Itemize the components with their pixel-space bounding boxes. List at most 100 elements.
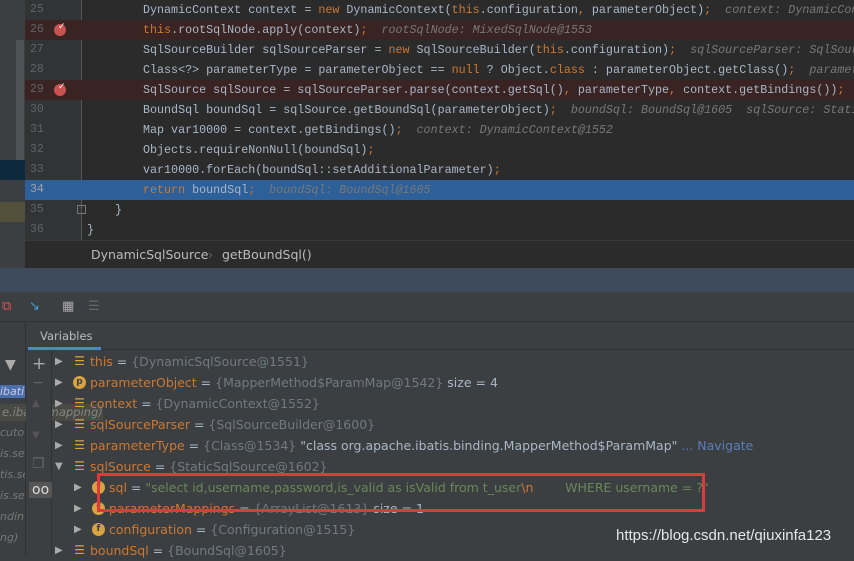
code-line[interactable]: 33 var10000.forEach(boundSql::setAddition… <box>0 160 854 180</box>
code-token: SqlSourceBuilder( <box>416 43 536 57</box>
line-number: 29 <box>30 83 44 96</box>
code-token: this <box>143 23 172 37</box>
code-token: boundSql <box>192 183 249 197</box>
object-icon: ☰ <box>74 543 85 557</box>
code-token: SqlSource sqlSource = sqlSourceParser.pa… <box>143 83 564 97</box>
code-token: paramet <box>795 63 854 77</box>
variable-value: {DynamicSqlSource@1551} <box>131 354 309 369</box>
frame-item[interactable]: cuto <box>0 426 24 439</box>
line-number: 31 <box>30 123 44 136</box>
variable-row[interactable]: ▶ p parameterObject = {MapperMethod$ParamM… <box>52 372 852 393</box>
remove-watch-icon[interactable]: − <box>32 375 44 391</box>
breakpoint-icon[interactable] <box>54 17 66 37</box>
copy-icon[interactable]: ❐ <box>32 456 45 472</box>
code-text: SqlSourceBuilder sqlSourceParser = new S… <box>143 40 854 60</box>
code-token: .rootSqlNode.apply(context) <box>171 23 361 37</box>
expand-arrow-icon[interactable]: ▶ <box>74 477 82 498</box>
code-line[interactable]: 27 SqlSourceBuilder sqlSourceParser = new… <box>0 40 854 60</box>
variables-side-toolbar: + − ▲ ▼ ❐ oo <box>26 350 53 556</box>
move-up-icon[interactable]: ▲ <box>32 398 40 409</box>
code-line[interactable]: 35 -} <box>0 200 854 220</box>
expand-arrow-icon[interactable]: ▶ <box>55 414 63 435</box>
code-token: boundSql: BoundSql@1605 sqlSource: Stati <box>556 103 854 117</box>
line-number: 33 <box>30 163 44 176</box>
code-text: SqlSource sqlSource = sqlSourceParser.pa… <box>143 80 844 100</box>
variable-value: {StaticSqlSource@1602} <box>169 459 328 474</box>
frame-item[interactable]: ndin <box>0 510 24 523</box>
debug-toolbar: ⧉ ↘ ▦ ☰ <box>0 292 854 322</box>
variable-row[interactable]: ▶ ☰ this = {DynamicSqlSource@1551} <box>52 351 852 372</box>
expand-arrow-icon[interactable]: ▶ <box>55 351 63 372</box>
frame-item[interactable]: is.se <box>0 489 25 502</box>
collapse-arrow-icon[interactable]: ▼ <box>55 456 63 477</box>
code-editor[interactable]: 25 DynamicContext context = new DynamicCo… <box>0 0 854 240</box>
code-token: ; <box>549 103 557 117</box>
variable-row[interactable]: ▶ ☰ parameterType = {Class@1534} "class or… <box>52 435 852 456</box>
code-text: DynamicContext context = new DynamicCont… <box>143 0 854 20</box>
code-line[interactable]: 25 DynamicContext context = new DynamicCo… <box>0 0 854 20</box>
code-line[interactable]: 36} <box>0 220 854 240</box>
parameter-icon: p <box>73 376 86 389</box>
tab-variables[interactable]: Variables <box>28 322 101 350</box>
frame-item[interactable]: ng) <box>0 531 18 544</box>
expand-arrow-icon[interactable]: ▶ <box>55 393 63 414</box>
debug-panel-header <box>0 268 854 292</box>
frame-item[interactable]: tis.se <box>0 468 25 481</box>
code-line[interactable]: 26 this.rootSqlNode.apply(context); rootS… <box>0 17 854 40</box>
code-token: , <box>563 83 578 97</box>
frame-item[interactable]: ibati <box>0 385 25 398</box>
code-line[interactable]: 28 Class<?> parameterType = parameterObje… <box>0 60 854 80</box>
code-line[interactable]: 34 return boundSql; boundSql: BoundSql@16… <box>0 180 854 200</box>
breadcrumb-class[interactable]: DynamicSqlSource <box>91 241 208 269</box>
code-token: this <box>535 43 564 57</box>
code-token: rootSqlNode: MixedSqlNode@1553 <box>367 23 592 37</box>
fold-icon[interactable]: - <box>77 205 86 214</box>
show-watches-icon[interactable]: oo <box>29 482 53 498</box>
highlight-box <box>97 473 705 512</box>
variable-value: {Configuration@1515} <box>210 522 356 537</box>
breadcrumb-method[interactable]: getBoundSql() <box>222 241 312 269</box>
drop-frame-icon[interactable]: ⧉ <box>2 299 11 314</box>
code-text: BoundSql boundSql = sqlSource.getBoundSq… <box>143 100 854 120</box>
code-token: Objects.requireNonNull(boundSql) <box>143 143 368 157</box>
variable-row[interactable]: ▶ ☰ sqlSourceParser = {SqlSourceBuilder@16… <box>52 414 852 435</box>
variable-name: sqlSource <box>90 459 151 474</box>
frame-item[interactable]: is.se <box>0 447 25 460</box>
code-text: Map var10000 = context.getBindings(); co… <box>143 120 613 140</box>
run-to-cursor-icon[interactable]: ↘ <box>29 299 40 314</box>
code-token: context.getBindings()) <box>683 83 838 97</box>
object-icon: ☰ <box>74 459 85 473</box>
code-token: DynamicContext context = <box>143 3 319 17</box>
code-line[interactable]: 32 Objects.requireNonNull(boundSql); <box>0 140 854 160</box>
variables-tree[interactable]: ▶ ☰ this = {DynamicSqlSource@1551} ▶ p parame… <box>52 351 854 558</box>
variable-name: sqlSourceParser <box>90 417 190 432</box>
variable-value: {SqlSourceBuilder@1600} <box>208 417 376 432</box>
evaluate-expression-icon[interactable]: ▦ <box>62 299 74 314</box>
code-token: context: DynamicCon <box>711 3 854 17</box>
code-token: , <box>577 3 592 17</box>
move-down-icon[interactable]: ▼ <box>32 430 40 441</box>
code-line[interactable]: 31 Map var10000 = context.getBindings(); … <box>0 120 854 140</box>
filter-icon[interactable]: ▼ <box>5 357 16 373</box>
object-icon: ☰ <box>74 438 85 452</box>
code-line[interactable]: 29 SqlSource sqlSource = sqlSourceParser.… <box>0 77 854 100</box>
variable-extra: "class org.apache.ibatis.binding.MapperM… <box>300 438 678 453</box>
trace-icon[interactable]: ☰ <box>88 299 100 314</box>
expand-arrow-icon[interactable]: ▶ <box>55 372 63 393</box>
code-token: Map var10000 = context.getBindings() <box>143 123 396 137</box>
variable-row[interactable]: ▶ ☰ context = {DynamicContext@1552} <box>52 393 852 414</box>
line-number: 27 <box>30 43 44 56</box>
expand-arrow-icon[interactable]: ▶ <box>74 498 82 519</box>
navigate-link[interactable]: ... Navigate <box>681 438 753 453</box>
code-text: } <box>115 200 122 220</box>
line-number: 30 <box>30 103 44 116</box>
expand-arrow-icon[interactable]: ▶ <box>74 519 82 540</box>
expand-arrow-icon[interactable]: ▶ <box>55 540 63 561</box>
variable-name: parameterObject <box>90 375 197 390</box>
add-watch-icon[interactable]: + <box>32 354 46 374</box>
expand-arrow-icon[interactable]: ▶ <box>55 435 63 456</box>
code-token: context: DynamicContext@1552 <box>402 123 613 137</box>
breakpoint-icon[interactable] <box>54 77 66 97</box>
code-line[interactable]: 30 BoundSql boundSql = sqlSource.getBound… <box>0 100 854 120</box>
variable-extra: size = 4 <box>447 375 498 390</box>
